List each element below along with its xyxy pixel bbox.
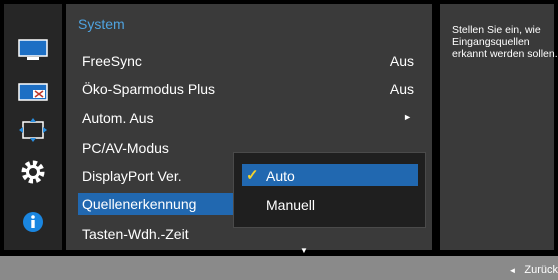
menu-item-label: DisplayPort Ver. xyxy=(82,168,182,184)
option-manual[interactable]: Manuell xyxy=(242,193,418,215)
menu-item-freesync[interactable]: FreeSync Aus xyxy=(78,50,424,72)
checkmark-icon: ✓ xyxy=(246,167,259,184)
menu-item-label: Quellenerkennung xyxy=(82,196,197,212)
picture-icon[interactable] xyxy=(17,38,49,62)
menu-item-value: Aus xyxy=(389,53,414,69)
menu-item-label: Tasten-Wdh.-Zeit xyxy=(82,226,189,242)
help-panel: Stellen Sie ein, wie Eingangsquellen erk… xyxy=(440,4,558,250)
screen-size-icon[interactable] xyxy=(17,80,49,104)
sidebar xyxy=(4,4,62,250)
help-text: Stellen Sie ein, wie Eingangsquellen erk… xyxy=(452,24,558,60)
option-label: Manuell xyxy=(266,197,316,213)
osd-window: System FreeSync Aus Öko-Sparmodus Plus A… xyxy=(0,0,558,256)
menu-item-label: PC/AV-Modus xyxy=(82,140,169,156)
menu-item-label: Öko-Sparmodus Plus xyxy=(82,81,216,97)
position-icon[interactable] xyxy=(17,118,49,142)
menu-title: System xyxy=(78,16,125,32)
menu-item-source-detection[interactable]: Quellenerkennung xyxy=(78,193,236,215)
back-arrow-icon: ◄ xyxy=(508,266,517,275)
menu-item-eco-saving-plus[interactable]: Öko-Sparmodus Plus Aus xyxy=(78,78,424,100)
source-detection-dropdown[interactable]: ✓ Auto Manuell xyxy=(233,152,426,228)
scroll-down-icon[interactable]: ▼ xyxy=(300,246,308,255)
option-auto[interactable]: ✓ Auto xyxy=(242,164,418,186)
footer-bar: ◄ Zurück xyxy=(0,256,558,280)
info-icon[interactable] xyxy=(17,210,49,234)
menu-item-label: Autom. Aus xyxy=(82,110,154,126)
back-hint[interactable]: ◄ Zurück xyxy=(508,264,558,276)
system-gear-icon[interactable] xyxy=(17,160,49,184)
submenu-arrow-icon: ► xyxy=(403,112,412,122)
menu-item-value: Aus xyxy=(389,81,414,97)
menu-item-auto-off[interactable]: Autom. Aus ► xyxy=(78,107,424,129)
back-label: Zurück xyxy=(524,264,558,276)
option-label: Auto xyxy=(266,168,295,184)
menu-item-label: FreeSync xyxy=(82,53,142,69)
